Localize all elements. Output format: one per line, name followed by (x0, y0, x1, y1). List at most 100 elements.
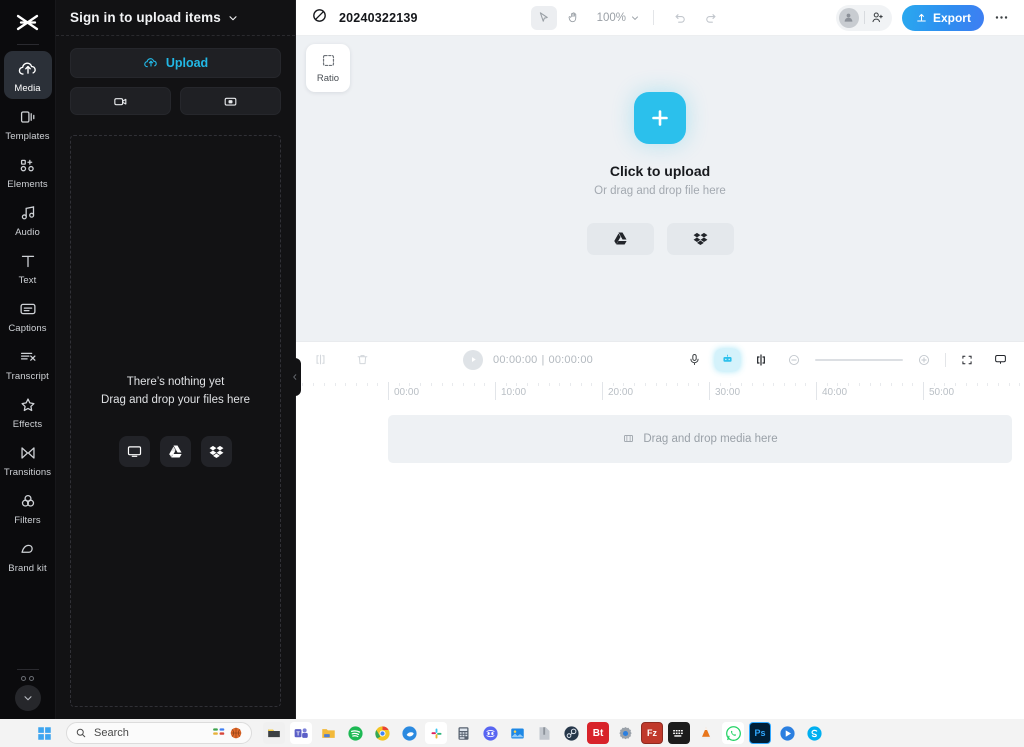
account-group[interactable] (835, 4, 892, 31)
sidebar-item-label: Effects (12, 419, 43, 430)
whatsapp-icon[interactable] (722, 722, 744, 744)
ruler-minor-tick (826, 382, 828, 386)
fit-to-screen-button[interactable] (955, 348, 979, 372)
windows-start-icon[interactable] (32, 721, 56, 745)
sidebar-item-text[interactable]: Text (4, 243, 52, 291)
cloud-upload-icon (144, 58, 157, 68)
taskbar-widgets[interactable] (211, 726, 243, 740)
panel-collapse-handle[interactable] (288, 358, 301, 396)
sidebar-item-transcript[interactable]: Transcript (4, 339, 52, 387)
sidebar-item-media[interactable]: Media (3, 51, 52, 99)
more-options-button[interactable] (990, 6, 1014, 30)
clip-marker-button[interactable] (749, 348, 773, 372)
microsoft-teams-icon[interactable]: T (290, 722, 312, 744)
sidebar-item-templates[interactable]: Templates (4, 99, 52, 147)
skype-icon[interactable] (803, 722, 825, 744)
cursor-arrow-icon (539, 12, 548, 22)
media-drop-zone[interactable]: There’s nothing yet Drag and drop your f… (70, 135, 281, 707)
settings-gear-icon[interactable] (614, 722, 636, 744)
chrome-icon[interactable] (371, 722, 393, 744)
import-from-google-drive-button[interactable] (160, 435, 191, 467)
record-screen-button[interactable] (180, 87, 281, 115)
folder-icon[interactable] (317, 722, 339, 744)
click-to-upload-button[interactable] (634, 91, 686, 144)
taskbar-search[interactable]: Search (66, 722, 252, 744)
ruler-minor-tick (869, 382, 871, 386)
ai-tools-button[interactable] (715, 348, 740, 371)
discord-icon[interactable] (479, 722, 501, 744)
slack-icon[interactable] (425, 722, 447, 744)
ruler-minor-tick (302, 382, 304, 386)
preview-canvas[interactable]: Ratio Click to upload Or drag and drop f… (296, 36, 1024, 341)
zoom-out-button[interactable] (782, 348, 806, 372)
steam-icon[interactable] (560, 722, 582, 744)
upload-button-label: Upload (165, 56, 209, 70)
panel-title: Sign in to upload items (70, 10, 221, 25)
record-buttons-row (70, 87, 281, 115)
hand-tool-button[interactable] (561, 6, 587, 30)
sidebar-item-elements[interactable]: Elements (4, 147, 52, 195)
sidebar-item-captions[interactable]: Captions (4, 291, 52, 339)
preview-mode-button[interactable] (988, 348, 1012, 372)
export-button[interactable]: Export (901, 4, 984, 31)
sidebar-item-transitions[interactable]: Transitions (4, 435, 52, 483)
ruler-minor-tick (462, 382, 464, 386)
rail-expand-button[interactable] (14, 685, 41, 711)
ruler-minor-tick (719, 382, 721, 386)
zoom-slider[interactable] (815, 358, 903, 361)
ruler-minor-tick (655, 382, 657, 386)
sidebar-item-brand-kit[interactable]: Brand kit (4, 531, 52, 579)
timeline-ruler[interactable]: 00:00 10:00 20:00 30:00 40:00 50:00 (296, 377, 1024, 405)
ruler-minor-tick (484, 382, 486, 386)
bittorrent-icon[interactable]: Bt (587, 722, 609, 744)
playback-group: 00:00:00 | 00:00:00 (463, 349, 593, 370)
undo-button[interactable] (667, 6, 693, 30)
add-person-icon[interactable] (870, 10, 885, 25)
edge-dev-icon[interactable] (398, 722, 420, 744)
canvas-dropbox-button[interactable] (666, 222, 734, 255)
ruler-label: 40:00 (822, 386, 848, 398)
fit-screen-icon (962, 355, 972, 364)
plus-circle-icon (918, 354, 930, 365)
filezilla-icon[interactable]: Fz (641, 722, 663, 744)
sidebar-item-effects[interactable]: Effects (4, 387, 52, 435)
photoshop-icon[interactable]: Ps (749, 722, 771, 744)
spotify-icon[interactable] (344, 722, 366, 744)
avatar[interactable] (838, 7, 859, 28)
upload-button[interactable]: Upload (70, 48, 281, 78)
photos-icon[interactable] (506, 722, 528, 744)
record-video-button[interactable] (70, 87, 171, 115)
zoom-in-button[interactable] (912, 348, 936, 372)
ruler-major-mark (816, 381, 817, 400)
ratio-button[interactable]: Ratio (306, 44, 350, 92)
voiceover-button[interactable] (682, 348, 706, 372)
split-clip-button[interactable] (308, 348, 332, 372)
redo-button[interactable] (697, 6, 723, 30)
media-panel-header[interactable]: Sign in to upload items (56, 0, 295, 36)
capcut-logo-icon[interactable] (0, 6, 55, 40)
vlc-icon[interactable] (695, 722, 717, 744)
import-from-device-button[interactable] (119, 435, 150, 467)
select-tool-button[interactable] (530, 5, 557, 30)
ruler-minor-tick (345, 382, 347, 386)
chevron-left-icon (292, 374, 296, 380)
project-title[interactable]: 20240322139 (339, 11, 418, 25)
ruler-minor-tick (430, 382, 432, 386)
canvas-google-drive-button[interactable] (586, 222, 654, 255)
media-track-dropzone[interactable]: Drag and drop media here (388, 414, 1012, 463)
sidebar-item-label: Transcript (6, 371, 49, 382)
file-explorer-icon[interactable] (263, 722, 285, 744)
delete-button[interactable] (350, 348, 374, 372)
chevron-down-icon[interactable] (227, 12, 239, 24)
keyboard-icon[interactable] (668, 722, 690, 744)
zip-archive-icon[interactable] (533, 722, 555, 744)
media-player-icon[interactable] (776, 722, 798, 744)
play-button[interactable] (463, 349, 484, 370)
capcut-mark-icon[interactable] (310, 6, 329, 30)
calculator-icon[interactable] (452, 722, 474, 744)
zoom-level-select[interactable]: 100% (597, 12, 640, 24)
screen-record-icon (224, 97, 237, 106)
sidebar-item-audio[interactable]: Audio (4, 195, 52, 243)
import-from-dropbox-button[interactable] (201, 435, 232, 467)
sidebar-item-filters[interactable]: Filters (4, 483, 52, 531)
